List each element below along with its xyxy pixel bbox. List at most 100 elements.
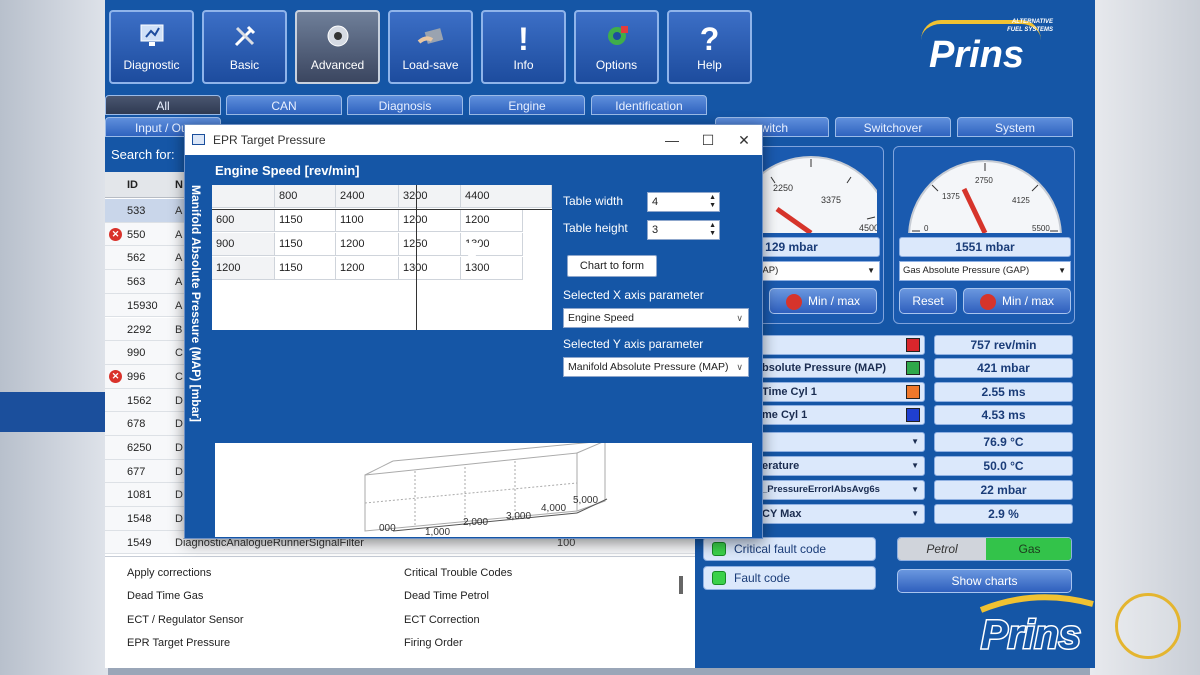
reading-6: 50.0 °C: [934, 456, 1073, 476]
tab-engine[interactable]: Engine: [469, 95, 585, 115]
table-cell[interactable]: 1150: [275, 209, 336, 232]
param-gas-time[interactable]: Time Cyl 1: [757, 382, 925, 402]
maximize-icon[interactable]: ☐: [690, 125, 726, 155]
y-param-select[interactable]: Manifold Absolute Pressure (MAP) ∨: [563, 357, 749, 377]
info-button[interactable]: ! Info: [481, 10, 566, 84]
list-item[interactable]: Apply corrections: [127, 567, 211, 579]
y-param-label: Selected Y axis parameter: [563, 337, 704, 351]
row-header[interactable]: 900: [212, 233, 275, 256]
options-button[interactable]: Options: [574, 10, 659, 84]
tab-row-top: All CAN Diagnosis Engine Identification: [105, 95, 1095, 117]
header-id: ID: [127, 179, 138, 191]
series-color-swatch[interactable]: [906, 408, 920, 422]
row-id: 677: [127, 465, 146, 478]
fuel-petrol[interactable]: Petrol: [898, 538, 986, 560]
list-item[interactable]: Dead Time Petrol: [404, 590, 489, 602]
table-height-spinbox[interactable]: 3 ▲ ▼: [647, 220, 720, 240]
fuel-gas[interactable]: Gas: [986, 538, 1071, 560]
row-name: A: [175, 252, 183, 265]
row-name: D: [175, 489, 183, 502]
list-item[interactable]: ECT Correction: [404, 614, 480, 626]
param-map[interactable]: bsolute Pressure (MAP): [757, 358, 925, 378]
column-header[interactable]: 3200: [399, 185, 461, 208]
chevron-down-icon: ▼: [911, 485, 919, 494]
gauge-select[interactable]: Gas Absolute Pressure (GAP) ▼: [899, 261, 1071, 281]
table-width-spinbox[interactable]: 4 ▲ ▼: [647, 192, 720, 212]
tab-system[interactable]: System: [957, 117, 1073, 137]
column-header[interactable]: 4400: [461, 185, 552, 208]
critical-fault-indicator[interactable]: Critical fault code: [703, 537, 876, 561]
list-scrollbar[interactable]: [679, 576, 683, 594]
table-cell[interactable]: 1100: [336, 209, 399, 232]
tab-identification[interactable]: Identification: [591, 95, 707, 115]
spin-arrows-icon[interactable]: ▲ ▼: [709, 222, 716, 238]
x-param-select[interactable]: Engine Speed ∨: [563, 308, 749, 328]
column-header[interactable]: 800: [275, 185, 336, 208]
param-select-7[interactable]: _PressureErrorIAbsAvg6s ▼: [757, 480, 925, 500]
row-id: 563: [127, 276, 146, 289]
param-engine-speed[interactable]: [757, 335, 925, 355]
table-cell[interactable]: 1150: [275, 257, 336, 280]
help-button[interactable]: ? Help: [667, 10, 752, 84]
series-color-swatch[interactable]: [906, 361, 920, 375]
table-cell[interactable]: 1300: [399, 257, 461, 280]
row-name: A: [175, 228, 183, 241]
close-icon[interactable]: ✕: [726, 125, 762, 155]
list-item[interactable]: Critical Trouble Codes: [404, 567, 512, 579]
tab-all[interactable]: All: [105, 95, 221, 115]
row-id: 1081: [127, 489, 152, 502]
row-id: 562: [127, 252, 146, 265]
reading-petrol-time: 4.53 ms: [934, 405, 1073, 425]
reading-gas-time: 2.55 ms: [934, 382, 1073, 402]
fuel-switch[interactable]: Petrol Gas: [897, 537, 1072, 561]
table-corner: [212, 185, 275, 208]
min-max-button[interactable]: Min / max: [769, 288, 877, 314]
list-item[interactable]: ECT / Regulator Sensor: [127, 614, 244, 626]
table-cell[interactable]: 1200: [336, 233, 399, 256]
reset-button[interactable]: Reset: [899, 288, 957, 314]
diagnostic-button[interactable]: Diagnostic: [109, 10, 194, 84]
tab-can[interactable]: CAN: [226, 95, 342, 115]
series-color-swatch[interactable]: [906, 338, 920, 352]
basic-button[interactable]: Basic: [202, 10, 287, 84]
row-header[interactable]: 600: [212, 209, 275, 232]
chevron-down-icon: ▼: [867, 266, 875, 275]
list-item[interactable]: EPR Target Pressure: [127, 637, 230, 649]
param-select-6[interactable]: erature ▼: [757, 456, 925, 476]
surface-chart: 1,000 2,000 3,000 4,000 5,000 000: [215, 443, 752, 537]
table-cell[interactable]: 1200: [461, 209, 523, 232]
chart-tick-label: 000: [379, 523, 396, 534]
row-name: C: [175, 370, 183, 383]
spin-arrows-icon[interactable]: ▲ ▼: [709, 194, 716, 210]
list-item[interactable]: Dead Time Gas: [127, 590, 203, 602]
row-id: 1562: [127, 394, 152, 407]
tab-diagnosis[interactable]: Diagnosis: [347, 95, 463, 115]
row-name: D: [175, 418, 183, 431]
list-item[interactable]: Firing Order: [404, 637, 463, 649]
minimize-icon[interactable]: —: [654, 125, 690, 155]
chart-to-form-button[interactable]: Chart to form: [567, 255, 657, 277]
table-cell[interactable]: 1250: [399, 233, 461, 256]
min-max-button[interactable]: Min / max: [963, 288, 1071, 314]
advanced-button[interactable]: Advanced: [295, 10, 380, 84]
y-axis-label: Manifold Absolute Pressure (MAP) [mbar]: [189, 185, 203, 422]
row-id: 15930: [127, 299, 158, 312]
tab-switchover[interactable]: Switchover: [835, 117, 951, 137]
table-cell[interactable]: 1200: [399, 209, 461, 232]
row-header[interactable]: 1200: [212, 257, 275, 280]
load-save-button[interactable]: Load-save: [388, 10, 473, 84]
param-select-8[interactable]: CY Max ▼: [757, 504, 925, 524]
row-id: 2292: [127, 323, 152, 336]
param-petrol-time[interactable]: me Cyl 1: [757, 405, 925, 425]
fault-indicator[interactable]: Fault code: [703, 566, 876, 590]
param-select-5[interactable]: ▼: [757, 432, 925, 452]
min-max-icon: [979, 293, 996, 310]
row-name: C: [175, 347, 183, 360]
column-header[interactable]: 2400: [336, 185, 399, 208]
description-list: Apply corrections Critical Trouble Codes…: [105, 556, 695, 668]
monitor-icon: [111, 22, 192, 56]
background-bar: [0, 392, 108, 432]
table-cell[interactable]: 1150: [275, 233, 336, 256]
table-cell[interactable]: 1200: [336, 257, 399, 280]
series-color-swatch[interactable]: [906, 385, 920, 399]
